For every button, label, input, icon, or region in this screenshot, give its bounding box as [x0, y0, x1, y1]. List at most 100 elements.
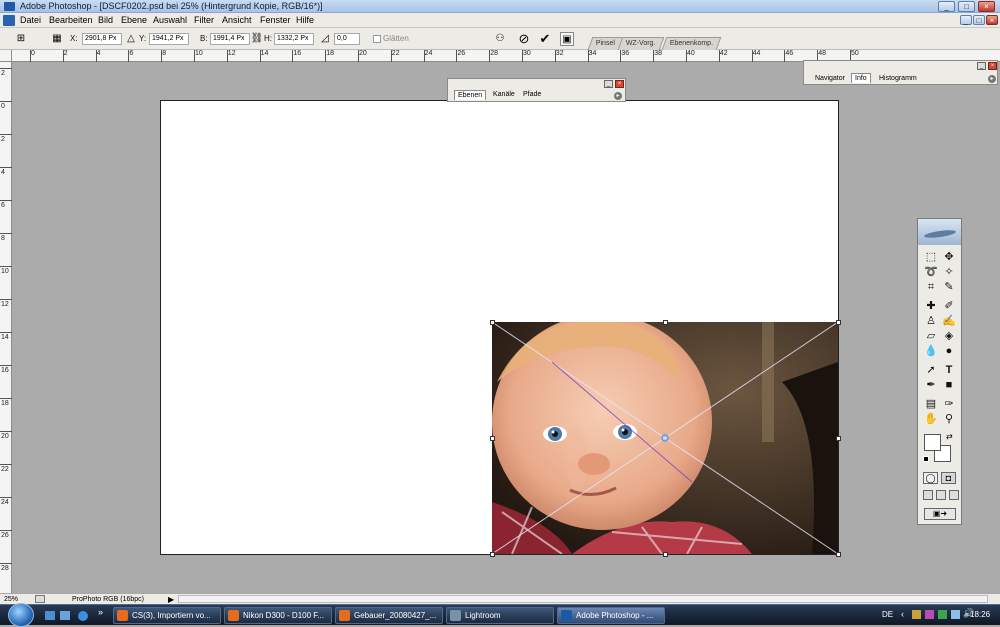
- task-gebauer[interactable]: Gebauer_20080427_...: [335, 607, 443, 624]
- quick-mask-button[interactable]: ◘: [941, 472, 956, 484]
- tray-icon-1[interactable]: [912, 610, 921, 619]
- tab-paths[interactable]: Pfade: [520, 90, 544, 100]
- menu-fenster[interactable]: Fenster: [260, 13, 291, 28]
- menu-hilfe[interactable]: Hilfe: [296, 13, 314, 28]
- crop-tool-icon[interactable]: ⌗: [923, 280, 939, 294]
- path-selection-tool-icon[interactable]: ➚: [923, 363, 939, 377]
- x-field[interactable]: 2901,8 Px: [82, 33, 122, 45]
- task-photoshop[interactable]: Adobe Photoshop - ...: [557, 607, 665, 624]
- tab-info[interactable]: Info: [851, 73, 871, 83]
- smooth-checkbox[interactable]: [373, 35, 381, 43]
- browser-icon[interactable]: [78, 611, 88, 621]
- transform-handle-bl[interactable]: [490, 552, 495, 557]
- paint-bucket-tool-icon[interactable]: ◈: [941, 329, 957, 343]
- dock-tab-layer-comps[interactable]: Ebenenkomp.: [661, 37, 722, 50]
- doc-close-button[interactable]: ×: [986, 15, 998, 25]
- screen-mode-standard-button[interactable]: [923, 490, 933, 500]
- task-nikon[interactable]: Nikon D300 - D100 F...: [224, 607, 332, 624]
- dock-tab-tool-presets[interactable]: WZ-Vorg.: [617, 37, 664, 50]
- tray-icon-2[interactable]: [925, 610, 934, 619]
- transform-handle-tr[interactable]: [836, 320, 841, 325]
- layers-panel-minimize-button[interactable]: _: [604, 80, 613, 88]
- transform-handle-mr[interactable]: [836, 436, 841, 441]
- type-tool-icon[interactable]: T: [941, 363, 957, 377]
- default-colors-icon[interactable]: [923, 456, 929, 462]
- notes-tool-icon[interactable]: ▤: [923, 397, 939, 411]
- transform-handle-bm[interactable]: [663, 552, 668, 557]
- transform-handle-tl[interactable]: [490, 320, 495, 325]
- menu-filter[interactable]: Filter: [194, 13, 214, 28]
- healing-brush-tool-icon[interactable]: ✚: [923, 299, 939, 313]
- network-icon[interactable]: [951, 610, 960, 619]
- menu-auswahl[interactable]: Auswahl: [153, 13, 187, 28]
- marquee-tool-icon[interactable]: ⬚: [923, 250, 939, 264]
- tab-navigator[interactable]: Navigator: [812, 74, 848, 84]
- tab-channels[interactable]: Kanäle: [490, 90, 518, 100]
- reference-point-icon[interactable]: ▦: [50, 32, 64, 46]
- screen-mode-full-button[interactable]: [949, 490, 959, 500]
- photo-layer[interactable]: [492, 322, 838, 554]
- slice-tool-icon[interactable]: ✎: [941, 280, 957, 294]
- tab-layers[interactable]: Ebenen: [454, 90, 487, 100]
- warp-icon[interactable]: ⚇: [493, 32, 507, 46]
- brush-tool-icon[interactable]: ✐: [941, 299, 957, 313]
- close-button[interactable]: ×: [978, 1, 995, 12]
- stamp-tool-icon[interactable]: ♙: [923, 314, 939, 328]
- transform-handle-br[interactable]: [836, 552, 841, 557]
- standard-mode-button[interactable]: ◯: [923, 472, 938, 484]
- commit-transform-icon[interactable]: ✔: [538, 32, 552, 46]
- language-indicator[interactable]: DE: [882, 607, 893, 622]
- tray-icon-3[interactable]: [938, 610, 947, 619]
- cancel-transform-icon[interactable]: ⊘: [517, 32, 531, 46]
- menu-datei[interactable]: Datei: [20, 13, 41, 28]
- swap-colors-icon[interactable]: ⇄: [946, 432, 953, 441]
- screen-mode-menu-button[interactable]: [936, 490, 946, 500]
- show-desktop-icon[interactable]: [45, 611, 55, 620]
- task-lightroom[interactable]: Lightroom: [446, 607, 554, 624]
- menu-bild[interactable]: Bild: [98, 13, 113, 28]
- shape-tool-icon[interactable]: ■: [941, 378, 957, 392]
- history-brush-tool-icon[interactable]: ✍: [941, 314, 957, 328]
- lasso-tool-icon[interactable]: ➰: [923, 265, 939, 279]
- y-field[interactable]: 1941,2 Px: [149, 33, 189, 45]
- menu-ebene[interactable]: Ebene: [121, 13, 147, 28]
- clock[interactable]: 18:26: [970, 607, 990, 622]
- zoom-tool-icon[interactable]: ⚲: [941, 412, 957, 426]
- transform-handle-tm[interactable]: [663, 320, 668, 325]
- blur-tool-icon[interactable]: 💧: [923, 344, 939, 358]
- doc-minimize-button[interactable]: _: [960, 15, 972, 25]
- start-button[interactable]: [8, 603, 34, 627]
- eyedropper-tool-icon[interactable]: ✑: [941, 397, 957, 411]
- transform-handle-ml[interactable]: [490, 436, 495, 441]
- foreground-color-swatch[interactable]: [924, 434, 941, 451]
- transform-tool-icon[interactable]: ⊞: [14, 32, 28, 46]
- menu-bearbeiten[interactable]: Bearbeiten: [49, 13, 93, 28]
- horizontal-scrollbar[interactable]: [178, 595, 988, 603]
- tab-histogram[interactable]: Histogramm: [876, 74, 920, 84]
- tray-expand-icon[interactable]: ‹: [901, 607, 904, 622]
- task-cs3[interactable]: CS(3), Importiern vo...: [113, 607, 221, 624]
- info-panel-close-button[interactable]: ×: [988, 62, 997, 70]
- maximize-button[interactable]: □: [958, 1, 975, 12]
- panel-menu-icon[interactable]: ▸: [988, 75, 996, 83]
- hand-tool-icon[interactable]: ✋: [923, 412, 939, 426]
- link-icon[interactable]: ⛓: [250, 32, 264, 46]
- width-field[interactable]: 1991,4 Px: [210, 33, 250, 45]
- minimize-button[interactable]: _: [938, 1, 955, 12]
- menu-ansicht[interactable]: Ansicht: [222, 13, 252, 28]
- move-tool-icon[interactable]: ✥: [941, 250, 957, 264]
- pen-tool-icon[interactable]: ✒: [923, 378, 939, 392]
- angle-field[interactable]: 0,0: [334, 33, 360, 45]
- explorer-icon[interactable]: [60, 611, 70, 620]
- quicklaunch-more-icon[interactable]: »: [98, 607, 103, 617]
- dodge-tool-icon[interactable]: ●: [941, 344, 957, 358]
- jump-to-imageready-button[interactable]: ▣➜: [924, 508, 956, 520]
- height-field[interactable]: 1332,2 Px: [274, 33, 314, 45]
- info-panel-minimize-button[interactable]: _: [977, 62, 986, 70]
- document-icon[interactable]: [3, 15, 15, 26]
- magic-wand-tool-icon[interactable]: ✧: [941, 265, 957, 279]
- panel-menu-icon[interactable]: ▸: [614, 92, 622, 100]
- doc-restore-button[interactable]: □: [973, 15, 985, 25]
- eraser-tool-icon[interactable]: ▱: [923, 329, 939, 343]
- layers-panel-close-button[interactable]: ×: [615, 80, 624, 88]
